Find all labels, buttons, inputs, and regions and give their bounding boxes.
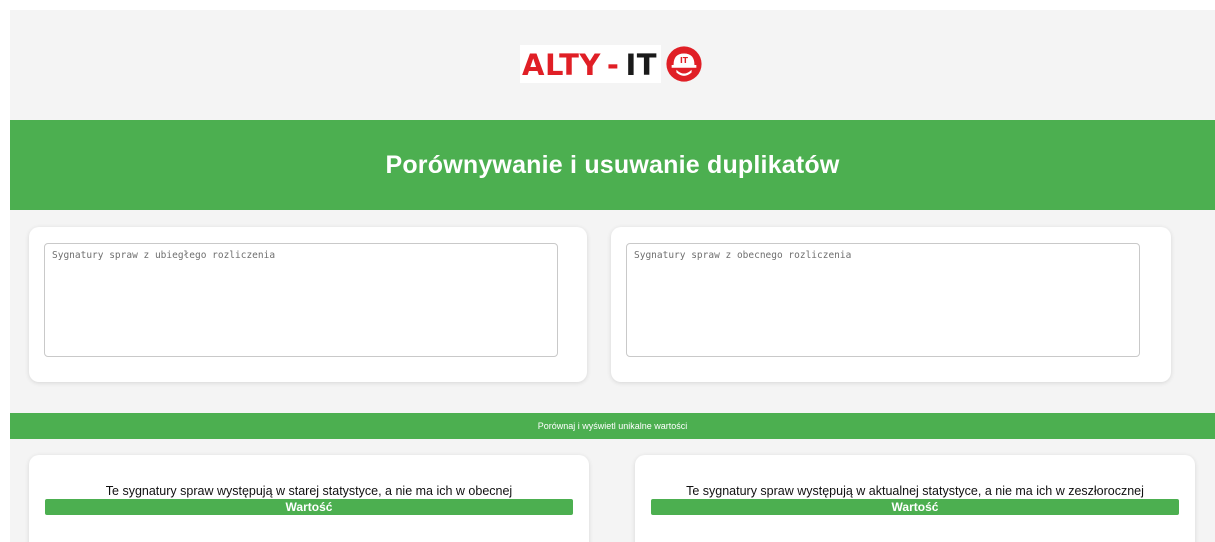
logo-wordmark: ALTY - IT: [520, 45, 662, 83]
hardhat-icon: IT: [666, 46, 702, 82]
old-only-result-card: Te sygnatury spraw występują w starej st…: [29, 455, 589, 542]
previous-signatures-input[interactable]: [44, 243, 558, 357]
previous-input-card: [29, 227, 587, 382]
new-only-result-title: Te sygnatury spraw występują w aktualnej…: [686, 484, 1144, 498]
current-signatures-input[interactable]: [626, 243, 1140, 357]
new-only-column-header: Wartość: [651, 499, 1179, 515]
old-only-column-header: Wartość: [45, 499, 573, 515]
page: ALTY - IT IT Porównywanie i usuwanie dup…: [10, 10, 1215, 542]
alty-it-logo: ALTY - IT IT: [520, 44, 703, 84]
logo-text-it: IT: [625, 48, 658, 82]
compare-button[interactable]: Porównaj i wyświetl unikalne wartości: [10, 413, 1215, 439]
old-only-result-title: Te sygnatury spraw występują w starej st…: [105, 484, 513, 498]
logo-badge-text: IT: [680, 56, 689, 65]
new-only-result-card: Te sygnatury spraw występują w aktualnej…: [635, 455, 1195, 542]
current-input-card: [611, 227, 1171, 382]
page-title: Porównywanie i usuwanie duplikatów: [385, 150, 840, 179]
header-banner: Porównywanie i usuwanie duplikatów: [10, 120, 1215, 210]
logo-text-dash: -: [606, 48, 620, 82]
logo-text-alty: ALTY: [522, 48, 601, 82]
